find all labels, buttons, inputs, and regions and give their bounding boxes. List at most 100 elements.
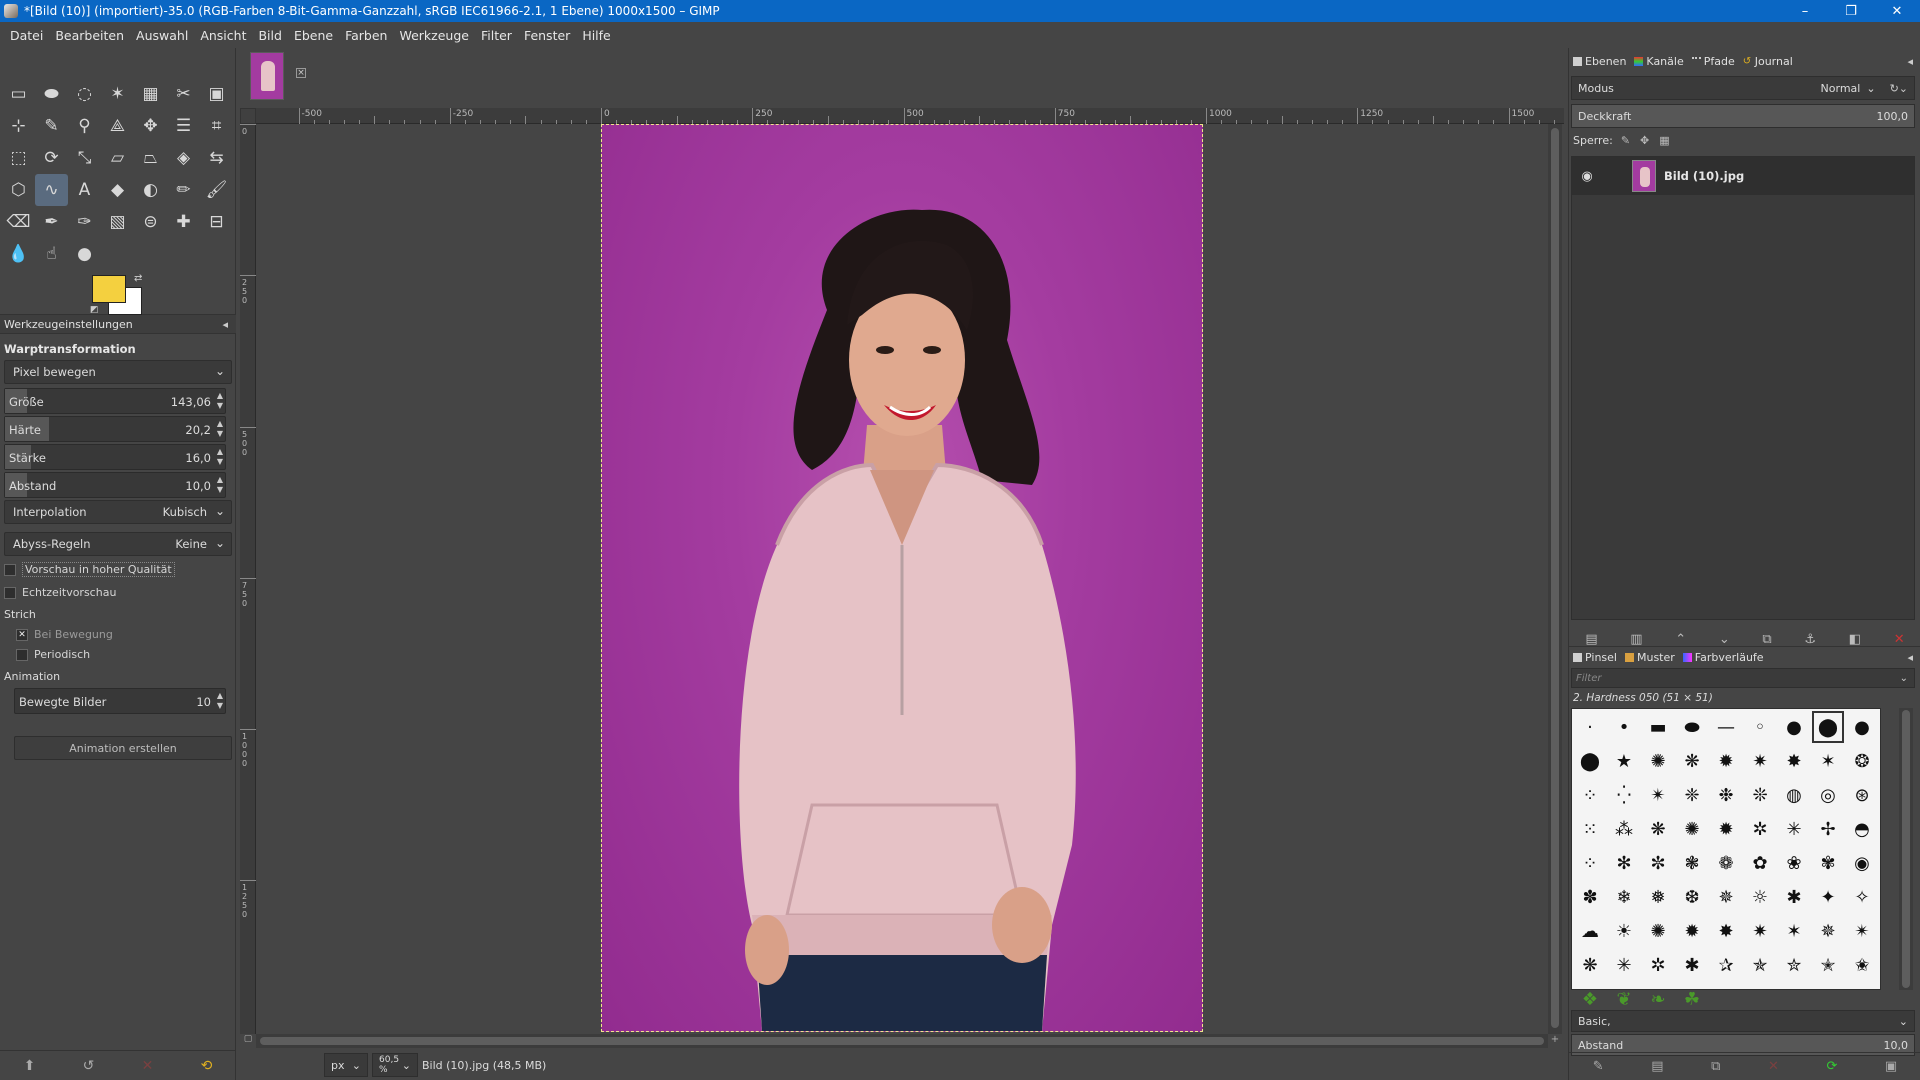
lock-pixels-icon[interactable]: ✎ <box>1621 134 1630 147</box>
brush-cell[interactable]: ❉ <box>1709 778 1743 812</box>
align-icon[interactable]: ☰ <box>167 110 200 142</box>
foreground-color[interactable] <box>92 275 126 303</box>
brush-cell[interactable]: ✼ <box>1641 846 1675 880</box>
scroll-thumb[interactable] <box>1551 128 1559 1028</box>
brush-filter-input[interactable]: Filter ⌄ <box>1571 668 1915 688</box>
perspective-clone-icon[interactable]: ⊟ <box>200 206 233 238</box>
brush-cell[interactable]: ✿ <box>1743 846 1777 880</box>
delete-layer-icon[interactable]: ✕ <box>1894 632 1905 647</box>
pencil-icon[interactable]: ✏ <box>167 174 200 206</box>
tab-paths[interactable]: Pfade <box>1691 55 1735 68</box>
brush-cell[interactable]: ⁘ <box>1573 846 1607 880</box>
dodge-burn-icon[interactable]: ● <box>68 238 101 270</box>
brush-cell[interactable]: ◍ <box>1777 778 1811 812</box>
menu-bearbeiten[interactable]: Bearbeiten <box>49 28 130 43</box>
brush-cell[interactable]: ❋ <box>1573 948 1607 982</box>
brush-cell[interactable]: ❊ <box>1743 778 1777 812</box>
brush-cell[interactable]: ✬ <box>1845 948 1879 982</box>
scissors-select-icon[interactable]: ✂ <box>167 78 200 110</box>
hq-preview-checkbox[interactable]: Vorschau in hoher Qualität <box>4 562 175 577</box>
menu-werkzeuge[interactable]: Werkzeuge <box>393 28 475 43</box>
hardness-slider[interactable]: Härte 20,2 ▲ ▼ <box>4 416 226 442</box>
brush-cell[interactable]: ❁ <box>1709 846 1743 880</box>
brush-cell[interactable]: ⬬ <box>1675 710 1709 744</box>
layer-mask-icon[interactable]: ◧ <box>1849 632 1861 647</box>
horizontal-scrollbar[interactable] <box>256 1034 1548 1048</box>
bucket-fill-icon[interactable]: ◆ <box>101 174 134 206</box>
brush-cell[interactable]: ⬤ <box>1811 710 1845 744</box>
brush-cell[interactable]: ✮ <box>1777 948 1811 982</box>
brush-cell[interactable]: ☼ <box>1743 880 1777 914</box>
brush-cell[interactable]: ✳ <box>1777 812 1811 846</box>
crosshair-icon[interactable]: ⊹ <box>2 110 35 142</box>
new-layer-icon[interactable]: ▤ <box>1585 632 1597 647</box>
zoom-icon[interactable]: ⚲ <box>68 110 101 142</box>
brush-cell[interactable]: ◦ <box>1743 710 1777 744</box>
menu-fenster[interactable]: Fenster <box>518 28 576 43</box>
brush-cell[interactable]: ✲ <box>1743 812 1777 846</box>
brush-cell[interactable]: ✹ <box>1675 914 1709 948</box>
brush-cell[interactable]: • <box>1607 710 1641 744</box>
text-icon[interactable]: A <box>68 174 101 206</box>
during-motion-checkbox[interactable]: ✕ Bei Bewegung <box>16 628 113 641</box>
brush-cell[interactable]: ✸ <box>1777 744 1811 778</box>
brush-cell[interactable]: ✲ <box>1641 948 1675 982</box>
frames-spinner[interactable]: Bewegte Bilder 10 ▲ ▼ <box>14 688 226 714</box>
maximize-button[interactable]: ❐ <box>1828 0 1874 22</box>
3d-transform-icon[interactable]: ◈ <box>167 142 200 174</box>
horizontal-ruler[interactable]: -500 -250 0 250 500 750 1000 1250 1500 <box>256 108 1564 124</box>
brush-cell[interactable]: ❋ <box>1641 812 1675 846</box>
gradient-icon[interactable]: ◐ <box>134 174 167 206</box>
navigate-icon[interactable]: ▢ <box>240 1034 256 1048</box>
brush-cell[interactable]: ✷ <box>1743 914 1777 948</box>
crop-icon[interactable]: ⌗ <box>200 110 233 142</box>
brush-cell[interactable]: ❂ <box>1845 744 1879 778</box>
quick-mask-toggle[interactable] <box>240 108 256 124</box>
scroll-thumb[interactable] <box>260 1037 1544 1045</box>
raise-layer-icon[interactable]: ⌃ <box>1675 632 1686 647</box>
realtime-preview-checkbox[interactable]: Echtzeitvorschau <box>4 586 116 599</box>
brush-cell[interactable]: ❅ <box>1641 880 1675 914</box>
tab-layers[interactable]: Ebenen <box>1573 55 1626 68</box>
menu-ebene[interactable]: Ebene <box>288 28 339 43</box>
vertical-scrollbar[interactable] <box>1548 124 1562 1034</box>
spin-arrows-icon[interactable]: ▲ ▼ <box>217 391 223 411</box>
menu-bild[interactable]: Bild <box>252 28 287 43</box>
restore-preset-icon[interactable]: ↺ <box>83 1058 95 1074</box>
menu-hilfe[interactable]: Hilfe <box>576 28 616 43</box>
delete-preset-icon[interactable]: ✕ <box>142 1058 154 1074</box>
layer-row[interactable]: ◉ Bild (10).jpg <box>1572 157 1914 195</box>
ellipse-select-icon[interactable]: ⬬ <box>35 78 68 110</box>
move-icon[interactable]: ✥ <box>134 110 167 142</box>
opacity-slider[interactable]: Deckkraft 100,0 <box>1571 104 1915 128</box>
abyss-policy-select[interactable]: Abyss-Regeln Keine ⌄ <box>4 532 232 556</box>
brush-cell[interactable]: ✧ <box>1845 880 1879 914</box>
brush-cell[interactable]: ✺ <box>1675 812 1709 846</box>
shear-icon[interactable]: ▱ <box>101 142 134 174</box>
brush-cell[interactable]: ✾ <box>1811 846 1845 880</box>
brush-cell[interactable]: ★ <box>1607 744 1641 778</box>
brush-cell[interactable]: ❈ <box>1675 778 1709 812</box>
brush-cell[interactable]: ◎ <box>1811 778 1845 812</box>
spin-arrows-icon[interactable]: ▲ ▼ <box>217 447 223 467</box>
duplicate-layer-icon[interactable]: ⧉ <box>1762 632 1771 647</box>
brush-cell[interactable]: ☀ <box>1607 914 1641 948</box>
brush-cell[interactable]: ✹ <box>1709 744 1743 778</box>
brush-cell[interactable]: ⁙ <box>1573 812 1607 846</box>
tab-gradients[interactable]: Farbverläufe <box>1682 651 1764 664</box>
image-photo[interactable] <box>601 124 1203 1032</box>
lock-alpha-icon[interactable]: ▦ <box>1659 134 1669 147</box>
brush-cell[interactable]: ✽ <box>1573 880 1607 914</box>
warp-mode-select[interactable]: Pixel bewegen ⌄ <box>4 360 232 384</box>
refresh-brushes-icon[interactable]: ⟳ <box>1826 1059 1837 1074</box>
menu-datei[interactable]: Datei <box>4 28 49 43</box>
flip-icon[interactable]: ⇆ <box>200 142 233 174</box>
strength-slider[interactable]: Stärke 16,0 ▲ ▼ <box>4 444 226 470</box>
rotate-icon[interactable]: ⟳ <box>35 142 68 174</box>
image-canvas[interactable] <box>256 124 1548 1034</box>
warp-transform-icon[interactable]: ∿ <box>35 174 68 206</box>
minimize-button[interactable]: – <box>1782 0 1828 22</box>
brush-cell[interactable]: ◉ <box>1845 846 1879 880</box>
menu-farben[interactable]: Farben <box>339 28 393 43</box>
brush-cell[interactable]: ❀ <box>1777 846 1811 880</box>
